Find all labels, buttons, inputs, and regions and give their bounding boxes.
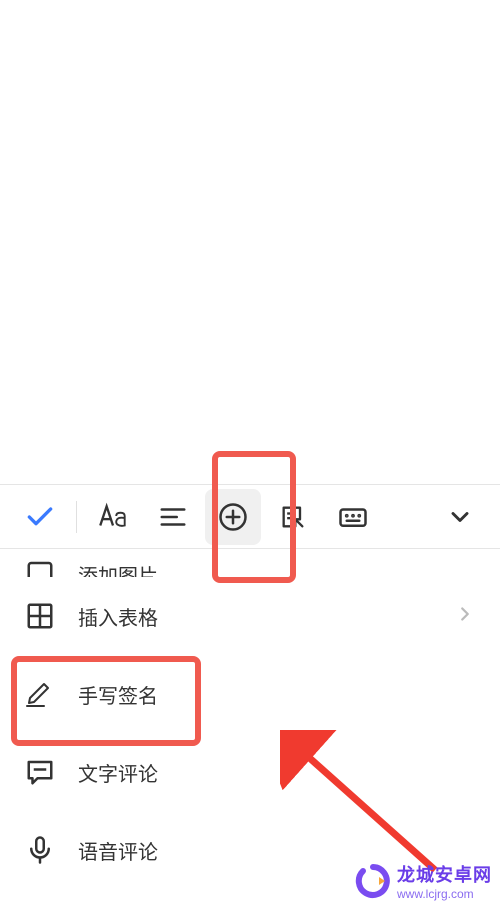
collapse-button[interactable] bbox=[432, 489, 488, 545]
paragraph-button[interactable] bbox=[145, 489, 201, 545]
menu-item-handwritten-signature[interactable]: 手写签名 bbox=[0, 655, 500, 733]
check-icon bbox=[24, 501, 56, 533]
watermark-url: www.lcjrg.com bbox=[397, 887, 492, 901]
menu-label: 插入表格 bbox=[78, 602, 432, 631]
paragraph-icon bbox=[158, 502, 188, 532]
confirm-button[interactable] bbox=[12, 489, 68, 545]
table-icon bbox=[24, 600, 56, 632]
insert-button[interactable] bbox=[205, 489, 261, 545]
note-edit-icon bbox=[279, 503, 307, 531]
signature-icon bbox=[24, 678, 56, 710]
insert-menu: 添加图片 插入表格 手写签名 文字评论 语音评论 bbox=[0, 548, 500, 889]
watermark-logo-icon bbox=[355, 863, 391, 899]
menu-item-insert-table[interactable]: 插入表格 bbox=[0, 577, 500, 655]
text-style-button[interactable] bbox=[85, 489, 141, 545]
menu-item-text-comment[interactable]: 文字评论 bbox=[0, 733, 500, 811]
document-canvas[interactable] bbox=[0, 0, 500, 484]
plus-circle-icon bbox=[218, 502, 248, 532]
toolbar-divider bbox=[76, 501, 77, 533]
watermark-title: 龙城安卓网 bbox=[397, 861, 492, 887]
chevron-down-icon bbox=[446, 503, 474, 531]
menu-label: 文字评论 bbox=[78, 758, 476, 787]
text-comment-icon bbox=[24, 756, 56, 788]
note-button[interactable] bbox=[265, 489, 321, 545]
keyboard-icon bbox=[338, 502, 368, 532]
keyboard-button[interactable] bbox=[325, 489, 381, 545]
microphone-icon bbox=[24, 834, 56, 866]
menu-label: 添加图片 bbox=[78, 560, 476, 577]
menu-item-add-image[interactable]: 添加图片 bbox=[0, 549, 500, 577]
editor-toolbar bbox=[0, 484, 500, 548]
chevron-right-icon bbox=[454, 603, 476, 630]
watermark: 龙城安卓网 www.lcjrg.com bbox=[355, 861, 492, 901]
image-icon bbox=[24, 557, 56, 577]
menu-label: 手写签名 bbox=[78, 680, 476, 709]
text-style-icon bbox=[96, 500, 130, 534]
